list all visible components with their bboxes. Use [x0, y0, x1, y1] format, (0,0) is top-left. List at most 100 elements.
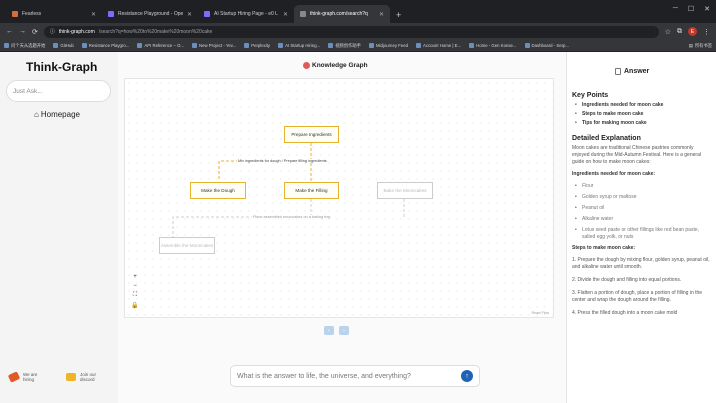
step-text: 4. Press the filled dough into a moon ca…	[572, 310, 678, 316]
prev-page-button[interactable]: ‹	[324, 326, 334, 335]
step-text: 3. Flatten a portion of dough, place a p…	[572, 290, 703, 303]
window-controls: ─ ☐ ✕	[673, 5, 710, 13]
intro-text: Moon cakes are traditional Chinese pastr…	[572, 145, 701, 165]
ask-input[interactable]: Just Ask...	[6, 80, 111, 102]
bookmark-star-icon[interactable]: ☆	[665, 28, 671, 36]
close-tab-icon[interactable]: ✕	[283, 11, 288, 18]
bookmark-item[interactable]: API Reference – O...	[137, 43, 184, 48]
list-item: Steps to make moon cake	[572, 111, 710, 118]
zoom-in-icon[interactable]: +	[131, 274, 139, 280]
bookmark-item[interactable]: Resistance Playgro...	[81, 43, 129, 48]
close-tab-icon[interactable]: ✕	[379, 11, 384, 18]
list-item: Peanut oil	[572, 205, 710, 212]
homepage-link[interactable]: ⌂ Homepage	[34, 110, 80, 119]
attribution[interactable]: React Flow	[531, 311, 549, 315]
site-info-icon[interactable]: ⓘ	[50, 28, 55, 35]
bookmark-item[interactable]: Midjourney Feed	[368, 43, 408, 48]
menu-icon[interactable]: ⋮	[703, 28, 710, 36]
fit-view-icon[interactable]: ⛶	[131, 292, 139, 299]
next-page-button[interactable]: ›	[339, 326, 349, 335]
node-filling[interactable]: Make the Filling	[284, 182, 339, 199]
bookmark-icon	[469, 43, 475, 48]
browser-tab-active[interactable]: think-graph.com/search?q ✕	[294, 5, 390, 23]
bookmark-icon	[368, 43, 374, 48]
bookmark-item[interactable]: Account Home | E...	[415, 43, 461, 48]
ingredients-list: Flour Golden syrup or maltose Peanut oil…	[572, 183, 710, 241]
answer-body: Key Points Ingredients needed for moon c…	[572, 90, 710, 323]
main-area: Knowledge Graph Prepare Ingredients Make…	[118, 52, 566, 403]
step-text: 2. Divide the dough and filling into equ…	[572, 277, 682, 283]
close-tab-icon[interactable]: ✕	[91, 11, 96, 18]
bookmark-icon	[524, 43, 530, 48]
new-tab-button[interactable]: +	[390, 10, 407, 23]
bookmark-icon	[328, 43, 334, 48]
bookmark-icon	[244, 43, 250, 48]
step-text: 1. Prepare the dough by mixing flour, go…	[572, 257, 710, 270]
node-bake[interactable]: Bake the Mooncakes	[377, 182, 433, 199]
list-item: Ingredients needed for moon cake	[572, 102, 710, 109]
bookmark-icon	[192, 43, 198, 48]
maximize-icon[interactable]: ☐	[688, 5, 694, 13]
close-tab-icon[interactable]: ✕	[187, 11, 192, 18]
knowledge-graph-title: Knowledge Graph	[303, 62, 368, 69]
browser-tab[interactable]: AI Startup Hiring Page - e0 L ✕	[198, 5, 294, 23]
url-field[interactable]: ⓘ think-graph.com/search?q=how%20to%20ma…	[43, 25, 659, 38]
send-button[interactable]: ↑	[461, 370, 473, 382]
node-assemble[interactable]: Assemble the Mooncakes	[159, 237, 215, 254]
browser-tab[interactable]: Resistance Playground - Ope ✕	[102, 5, 198, 23]
home-icon: ⌂	[34, 110, 39, 119]
bookmark-icon	[415, 43, 421, 48]
graph-pager: ‹ ›	[324, 326, 349, 335]
list-item: Flour	[572, 183, 710, 190]
bookmark-item[interactable]: AI Startup Hiring...	[278, 43, 320, 48]
list-item: Tips for making moon cake	[572, 120, 710, 127]
folder-icon: ▤	[688, 42, 693, 48]
address-bar-row: ← → ⟳ ⓘ think-graph.com/search?q=how%20t…	[0, 23, 716, 40]
node-prepare[interactable]: Prepare Ingredients	[284, 126, 339, 143]
bookmark-item[interactable]: Perplexity	[244, 43, 270, 48]
tab-favicon-icon	[204, 11, 210, 17]
list-item: Golden syrup or maltose	[572, 194, 710, 201]
list-item: Lotus seed paste or other fillings like …	[572, 227, 710, 241]
edge-label-assemble: Place assembled mooncakes on a baking tr…	[252, 215, 332, 219]
extensions-icon[interactable]: ⧉	[677, 28, 682, 36]
back-icon[interactable]: ←	[6, 28, 13, 35]
browser-tab[interactable]: Fearless ✕	[6, 5, 102, 23]
answer-panel: Answer Key Points Ingredients needed for…	[566, 52, 716, 403]
key-points-title: Key Points	[572, 92, 609, 99]
bookmark-item[interactable]: 问个天从选题开始	[4, 43, 45, 49]
document-icon	[615, 68, 621, 75]
zoom-out-icon[interactable]: −	[131, 283, 139, 289]
tab-favicon-icon	[108, 11, 114, 17]
lock-icon[interactable]: 🔒	[131, 302, 139, 309]
bookmark-item[interactable]: New Project - Yev...	[192, 43, 236, 48]
graph-edges	[172, 143, 405, 237]
answer-header: Answer	[615, 68, 649, 75]
chat-input[interactable]: What is the answer to life, the universe…	[230, 365, 480, 387]
forward-icon[interactable]: →	[19, 28, 26, 35]
sidebar: Think-Graph Just Ask... ⌂ Homepage We ar…	[0, 52, 118, 403]
bookmark-item[interactable]: GitHub	[53, 43, 74, 48]
close-window-icon[interactable]: ✕	[704, 5, 710, 13]
discord-link[interactable]: Join our discord	[66, 372, 96, 382]
brand-title[interactable]: Think-Graph	[26, 60, 97, 74]
graph-controls: + − ⛶ 🔒	[131, 274, 139, 309]
node-dough[interactable]: Make the Dough	[190, 182, 246, 199]
bookmark-icon	[4, 43, 9, 48]
tab-favicon-icon	[300, 11, 306, 17]
all-bookmarks[interactable]: ▤ 所有书签	[689, 43, 712, 49]
hiring-link[interactable]: We are hiring	[7, 371, 37, 383]
bookmark-item[interactable]: Home - Gen Konse...	[469, 43, 517, 48]
bookmark-item[interactable]: 视频创作助手	[328, 43, 361, 49]
bookmark-item[interactable]: Dashboard - Serp...	[524, 43, 569, 48]
discord-icon	[66, 373, 76, 381]
ingredients-title: Ingredients needed for moon cake:	[572, 171, 656, 177]
detail-title: Detailed Explanation	[572, 135, 641, 142]
reload-icon[interactable]: ⟳	[32, 28, 38, 36]
bookmark-icon	[81, 43, 87, 48]
graph-canvas[interactable]: Prepare Ingredients Make the Dough Make …	[124, 78, 554, 318]
chat-placeholder: What is the answer to life, the universe…	[237, 372, 411, 380]
avatar[interactable]: E	[688, 27, 697, 36]
minimize-icon[interactable]: ─	[673, 5, 678, 13]
bookmark-icon	[278, 43, 284, 48]
